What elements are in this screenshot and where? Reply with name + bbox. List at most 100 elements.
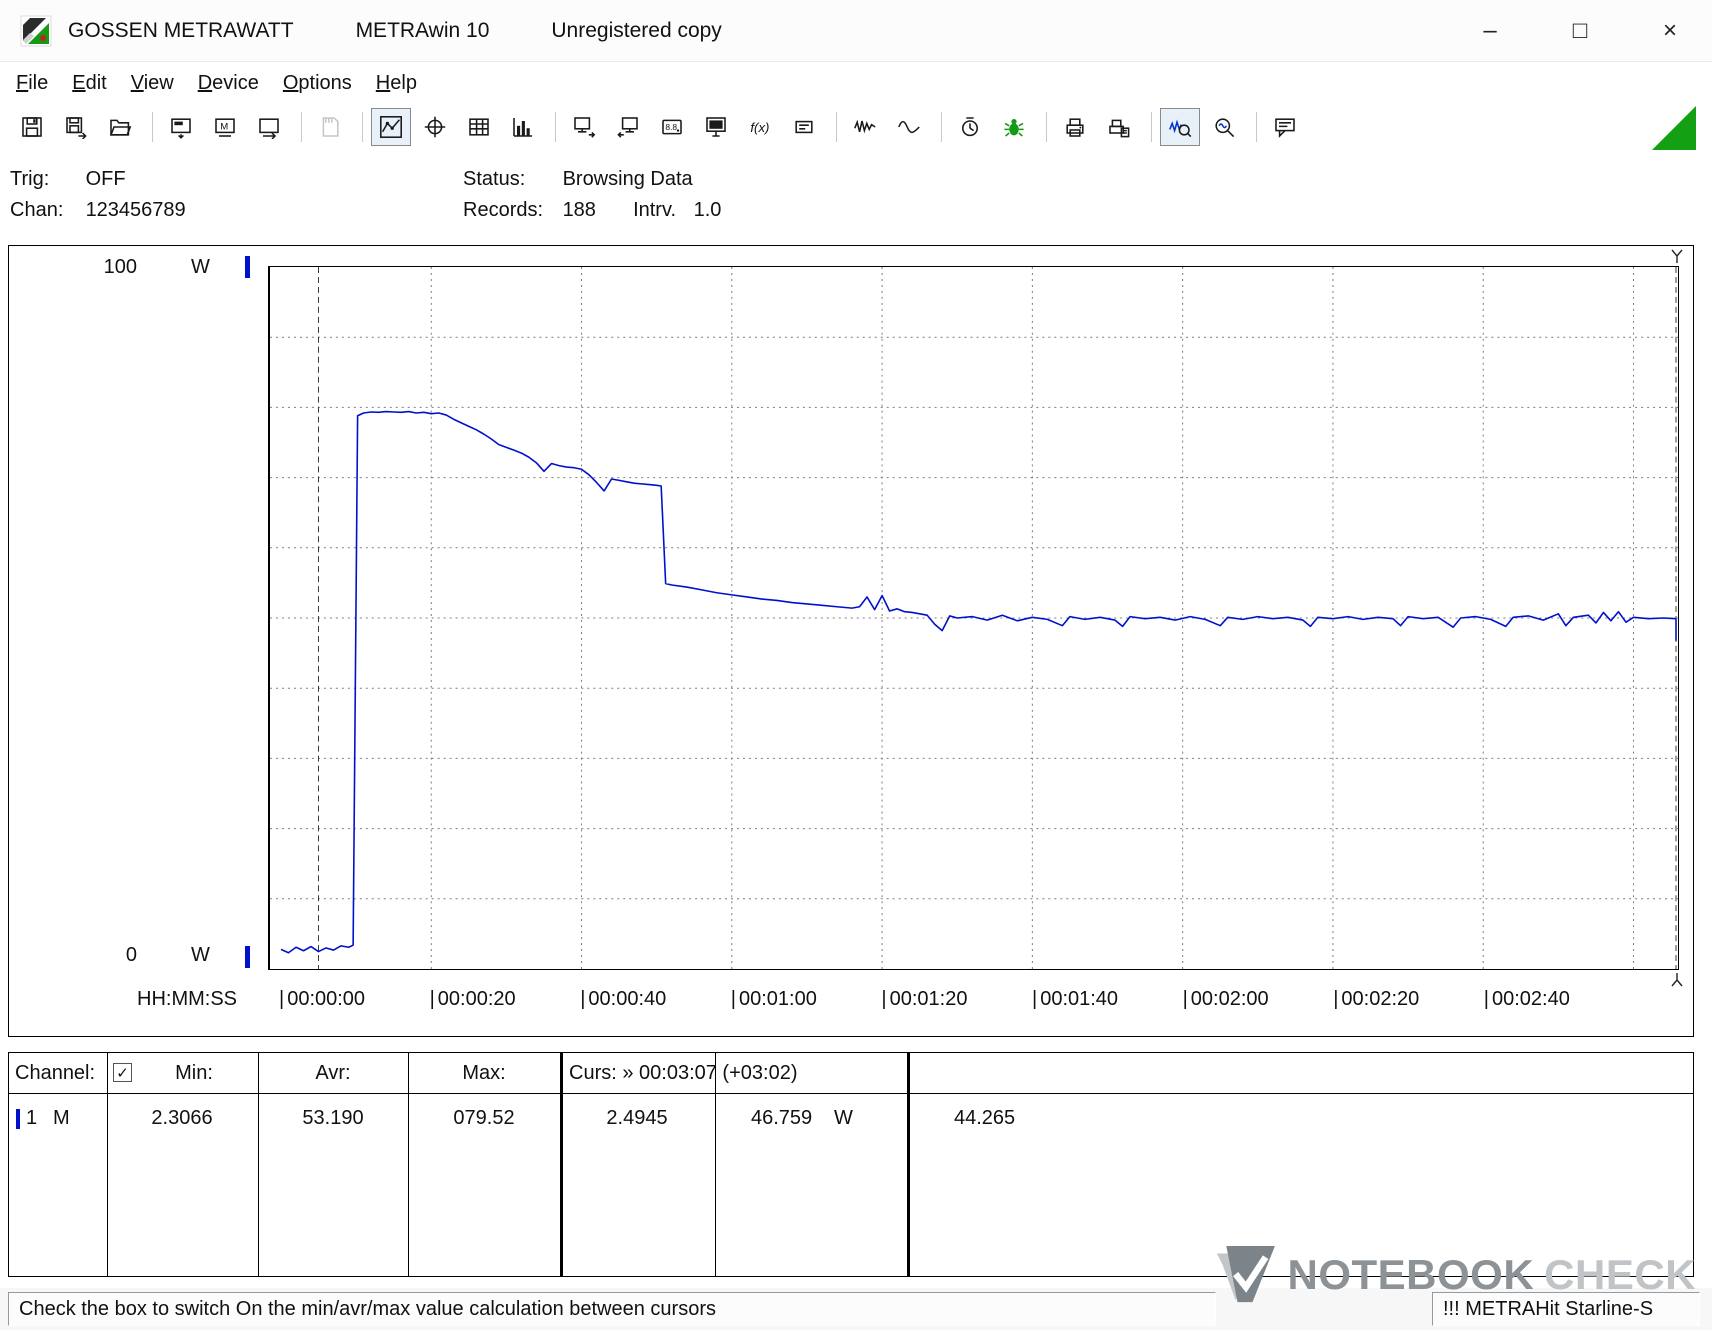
- minavrmax-checkbox[interactable]: ✓: [113, 1063, 132, 1082]
- chan-label: Chan:: [10, 199, 64, 221]
- close-button[interactable]: ×: [1646, 9, 1694, 53]
- print-setup-icon[interactable]: [1099, 108, 1139, 146]
- signal-smooth-icon[interactable]: [889, 108, 929, 146]
- toolbar-separator: [1046, 112, 1047, 142]
- save-icon[interactable]: [12, 108, 52, 146]
- channel-header: Channel:: [15, 1062, 96, 1084]
- table-divider: [907, 1053, 910, 1276]
- read-device-icon[interactable]: [161, 108, 201, 146]
- channel-marker-top: [245, 256, 250, 278]
- license-label: Unregistered copy: [551, 18, 722, 42]
- menu-file[interactable]: File: [4, 67, 60, 100]
- app-logo-icon: [20, 15, 52, 46]
- annotation-icon[interactable]: [1265, 108, 1305, 146]
- signal-noise-icon[interactable]: [845, 108, 885, 146]
- acquisition-status-block: Status: Browsing Data Records: 188 Intrv…: [463, 164, 721, 226]
- max-header: Max:: [462, 1062, 506, 1084]
- statusbar-hint-panel: Check the box to switch On the min/avr/m…: [8, 1292, 1216, 1326]
- table-header-divider: [9, 1093, 1693, 1094]
- table-view-icon[interactable]: [459, 108, 499, 146]
- table-divider: [715, 1053, 716, 1276]
- y-axis-min-label: 0: [125, 944, 137, 966]
- y-axis-unit-top: W: [191, 256, 210, 278]
- x-tick-label: 00:02:40: [1484, 988, 1570, 1011]
- bug-icon[interactable]: [994, 108, 1034, 146]
- x-tick-label: 00:02:00: [1183, 988, 1269, 1011]
- device-transfer-icon[interactable]: [249, 108, 289, 146]
- toolbar-separator: [1151, 112, 1152, 142]
- menu-view[interactable]: View: [119, 67, 186, 100]
- maximize-button[interactable]: □: [1556, 9, 1604, 53]
- brand-title: GOSSEN METRAWATT: [68, 18, 294, 42]
- notebookcheck-logo-icon: [1217, 1246, 1276, 1303]
- y-axis-unit-bottom: W: [191, 944, 210, 966]
- delta-value: 44.265: [954, 1107, 1016, 1129]
- table-divider: [408, 1053, 409, 1276]
- y-axis-max-label: 100: [103, 256, 137, 278]
- svg-text:f(x): f(x): [750, 120, 769, 135]
- cursor2-unit: W: [834, 1107, 853, 1129]
- min-header: Min:: [175, 1062, 213, 1084]
- trend-chart-icon[interactable]: [371, 108, 411, 146]
- timer-icon[interactable]: [950, 108, 990, 146]
- plot-svg: [270, 267, 1678, 969]
- toolbar-separator: [836, 112, 837, 142]
- toolbar-separator: [1256, 112, 1257, 142]
- menu-help[interactable]: Help: [364, 67, 429, 100]
- monitor-icon[interactable]: [696, 108, 736, 146]
- app-title: METRAwin 10: [355, 18, 490, 42]
- toolbar-separator: [362, 112, 363, 142]
- avr-header: Avr:: [315, 1062, 351, 1084]
- notebookcheck-watermark: NOTEBOOK CHECK: [1213, 1246, 1696, 1304]
- x-tick-label: 00:01:00: [731, 988, 817, 1011]
- statusbar-hint: Check the box to switch On the min/avr/m…: [19, 1297, 716, 1320]
- checkbox-check-icon: ✓: [116, 1064, 129, 1082]
- cursor1-value: 2.4945: [606, 1107, 668, 1129]
- bar-chart-icon[interactable]: [503, 108, 543, 146]
- minimize-button[interactable]: –: [1466, 9, 1514, 53]
- plot-area[interactable]: [268, 266, 1679, 970]
- watermark-word2: CHECK: [1544, 1251, 1696, 1298]
- mini-display-icon[interactable]: [784, 108, 824, 146]
- title-bar: GOSSEN METRAWATT METRAwin 10 Unregistere…: [0, 0, 1712, 62]
- print-icon[interactable]: [1055, 108, 1095, 146]
- cursor2-marker-bottom-icon[interactable]: [1670, 972, 1684, 988]
- x-tick-label: 00:00:40: [580, 988, 666, 1011]
- zoom-icon[interactable]: [1204, 108, 1244, 146]
- menu-device[interactable]: Device: [186, 67, 271, 100]
- save-as-icon[interactable]: [56, 108, 96, 146]
- cursor2-marker-top-icon[interactable]: [1670, 248, 1684, 264]
- interval-value: 1.0: [693, 199, 722, 221]
- toolbar: M 8.8 f(x): [0, 104, 1712, 150]
- corner-triangle-icon: [1652, 106, 1696, 150]
- toolbar-separator: [152, 112, 153, 142]
- table-divider: [258, 1053, 259, 1276]
- toolbar-separator: [941, 112, 942, 142]
- cursor2-value: 46.759: [751, 1107, 813, 1129]
- channel-number: 1: [26, 1107, 38, 1129]
- results-table: Channel: ✓ Min: Avr: Max: Curs: » 00:03:…: [8, 1052, 1694, 1277]
- device-memory-icon[interactable]: M: [205, 108, 245, 146]
- toolbar-separator: [301, 112, 302, 142]
- status-panel: Trig: OFF Chan: 123456789 Status: Browsi…: [0, 150, 1712, 245]
- table-divider: [107, 1053, 108, 1276]
- menu-edit[interactable]: Edit: [60, 67, 118, 100]
- display-import-icon[interactable]: [608, 108, 648, 146]
- cursor-header: Curs: » 00:03:07 (+03:02): [569, 1062, 798, 1084]
- open-icon[interactable]: [100, 108, 140, 146]
- crosshair-icon[interactable]: [415, 108, 455, 146]
- formula-icon[interactable]: f(x): [740, 108, 780, 146]
- menu-options[interactable]: Options: [271, 67, 364, 100]
- records-value: 188: [562, 199, 596, 221]
- toolbar-separator: [555, 112, 556, 142]
- multimeter-icon[interactable]: 8.8: [652, 108, 692, 146]
- display-export-icon[interactable]: [564, 108, 604, 146]
- avr-value: 53.190: [302, 1107, 364, 1129]
- chart-panel: 100 W 0 W HH:MM:SS 00:00:00 00:00:20 00:00…: [8, 245, 1694, 1037]
- zoom-signal-icon[interactable]: [1160, 108, 1200, 146]
- x-tick-label: 00:00:00: [279, 988, 365, 1011]
- x-tick-label: 00:02:20: [1333, 988, 1419, 1011]
- records-label: Records:: [463, 199, 544, 221]
- channel-marker-bottom: [245, 946, 250, 968]
- channel-mode: M: [53, 1107, 70, 1129]
